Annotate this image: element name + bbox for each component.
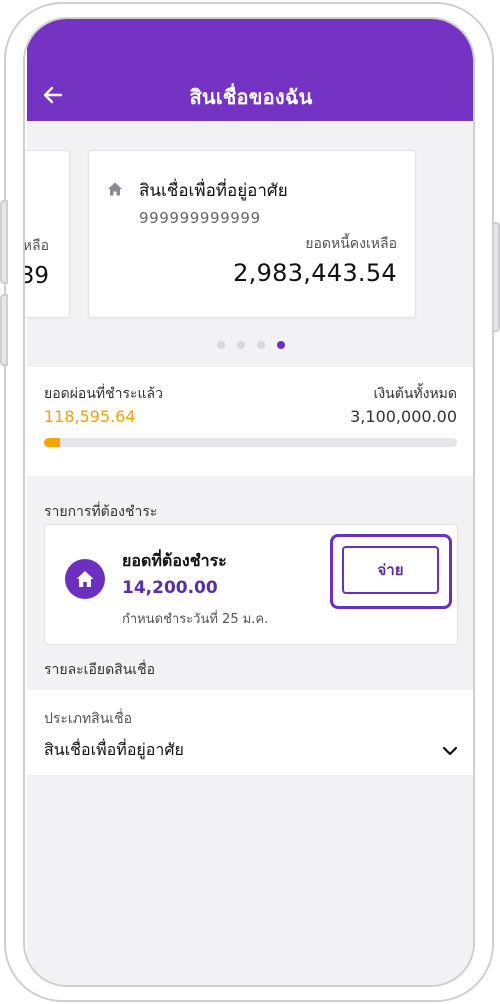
house-icon <box>65 559 105 599</box>
progress-bar-fill <box>44 438 60 447</box>
previous-card-amount: 39 <box>25 263 49 289</box>
chevron-down-icon[interactable] <box>441 742 459 760</box>
volume-down-button <box>0 294 8 366</box>
carousel-pagination <box>27 341 473 349</box>
repayment-progress: ยอดผ่อนที่ชำระแล้ว 118,595.64 เงินต้นทั้… <box>27 367 473 476</box>
page-title: สินเชื่อของฉัน <box>189 85 313 109</box>
remaining-balance-label: ยอดหนี้คงเหลือ <box>305 236 397 252</box>
pagination-dot[interactable] <box>257 341 265 349</box>
due-payment-card: ยอดที่ต้องชำระ 14,200.00 กำหนดชำระวันที่… <box>44 524 458 645</box>
account-number: 999999999999 <box>139 209 261 227</box>
total-principal-value: 3,100,000.00 <box>350 407 457 426</box>
loan-name: สินเชื่อเพื่อที่อยู่อาศัย <box>139 181 288 201</box>
pagination-dot[interactable] <box>237 341 245 349</box>
volume-up-button <box>0 200 8 284</box>
loan-type-selector[interactable]: ประเภทสินเชื่อ สินเชื่อเพื่อที่อยู่อาศัย <box>27 690 473 775</box>
loan-detail-title: รายละเอียดสินเชื่อ <box>44 662 155 678</box>
loan-type-label: ประเภทสินเชื่อ <box>44 711 132 727</box>
paid-value: 118,595.64 <box>44 407 136 426</box>
due-amount-label: ยอดที่ต้องชำระ <box>122 551 227 570</box>
loan-card-previous[interactable]: หลือ 39 <box>23 150 70 318</box>
power-button <box>492 222 500 332</box>
paid-label: ยอดผ่อนที่ชำระแล้ว <box>44 386 163 402</box>
pay-button[interactable]: จ่าย <box>342 546 439 594</box>
progress-bar <box>44 438 457 447</box>
due-section-title: รายการที่ต้องชำระ <box>44 504 158 520</box>
phone-screen: สินเชื่อของฉัน หลือ 39 สินเชื่อเพื่อที่อ… <box>23 17 475 987</box>
pagination-dot[interactable] <box>217 341 225 349</box>
previous-card-label: หลือ <box>23 238 49 254</box>
app-header: สินเชื่อของฉัน <box>27 19 473 121</box>
app-screen: สินเชื่อของฉัน หลือ 39 สินเชื่อเพื่อที่อ… <box>25 19 473 985</box>
due-amount-value: 14,200.00 <box>122 578 218 598</box>
house-icon <box>108 182 122 196</box>
loan-type-value: สินเชื่อเพื่อที่อยู่อาศัย <box>44 740 184 759</box>
remaining-balance-value: 2,983,443.54 <box>233 259 397 287</box>
total-principal-label: เงินต้นทั้งหมด <box>373 386 457 402</box>
loan-card-current[interactable]: สินเชื่อเพื่อที่อยู่อาศัย 999999999999 ย… <box>88 150 416 318</box>
pagination-dot-active[interactable] <box>277 341 285 349</box>
due-date: กำหนดชำระวันที่ 25 ม.ค. <box>122 612 269 627</box>
